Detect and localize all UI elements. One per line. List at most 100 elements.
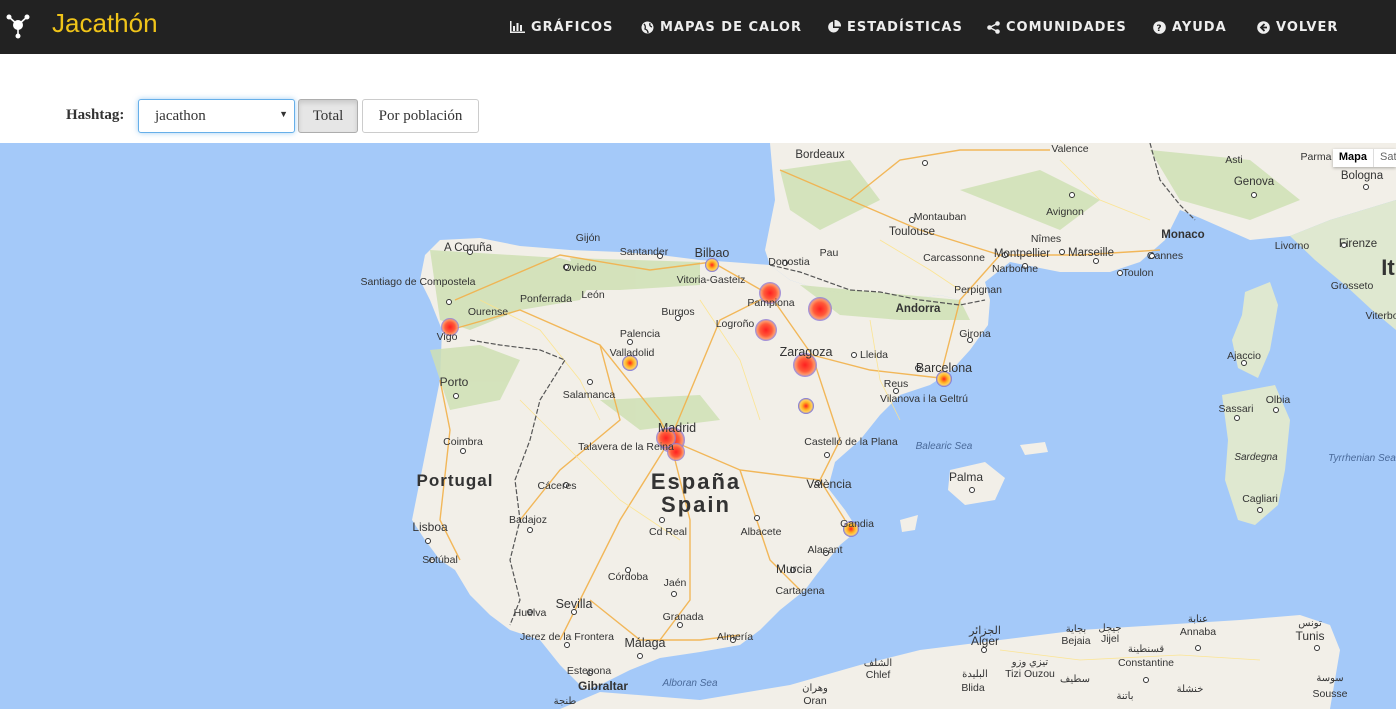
brand-title[interactable]: Jacathón — [52, 8, 158, 39]
label-donostia: Donostia — [768, 256, 810, 268]
label-grosseto: Grosseto — [1331, 280, 1374, 292]
label-ciudad-real: Cd Real — [649, 526, 687, 538]
label-tyrrhenian-sea: Tyrrhenian Sea — [1328, 453, 1396, 464]
label-almeria: Almería — [717, 631, 753, 643]
label-portugal: Portugal — [417, 471, 494, 490]
por-poblacion-button[interactable]: Por población — [362, 99, 479, 133]
label-madrid: Madrid — [658, 421, 696, 435]
label-malaga: Málaga — [625, 636, 666, 650]
label-narbonne: Narbonne — [992, 263, 1038, 275]
nav-ayuda[interactable]: ? AYUDA — [1153, 17, 1227, 37]
label-tizi-ar: تيزي وزو — [1011, 657, 1049, 668]
label-annaba-ar: عنابة — [1188, 614, 1208, 625]
label-valencia: València — [806, 477, 851, 491]
label-estepona: Estepona — [567, 665, 612, 677]
label-alicante: Alacant — [807, 544, 842, 556]
nav-label: ESTADÍSTICAS — [847, 19, 963, 35]
svg-text:?: ? — [1156, 24, 1162, 34]
map-canvas[interactable]: Bordeaux Toulouse Montauban Marseille Mo… — [0, 143, 1396, 709]
label-huelva: Huelva — [514, 607, 547, 619]
label-castellon: Castelló de la Plana — [804, 436, 898, 448]
label-pamplona: Pampiona — [747, 297, 794, 309]
label-oran-ar: وهران — [802, 683, 828, 694]
nav-comunidades[interactable]: COMUNIDADES — [987, 17, 1127, 37]
label-cagliari: Cagliari — [1242, 493, 1278, 505]
label-viterbo: Viterbo — [1365, 310, 1396, 322]
label-gandia: Gandia — [840, 518, 874, 530]
label-blida-ar: البليدة — [962, 669, 988, 680]
label-oviedo: Oviedo — [563, 262, 596, 274]
label-ajaccio: Ajaccio — [1227, 350, 1261, 362]
network-logo-icon[interactable] — [4, 11, 32, 39]
nav-mapas-de-calor[interactable]: MAPAS DE CALOR — [641, 17, 802, 37]
label-sassari: Sassari — [1218, 403, 1253, 415]
label-santander: Santander — [620, 246, 669, 258]
label-palma: Palma — [949, 470, 983, 484]
label-alboran-sea: Alboran Sea — [661, 678, 717, 689]
pie-chart-icon — [828, 20, 841, 33]
map-type-roadmap[interactable]: Mapa — [1332, 149, 1373, 167]
arrow-left-circle-icon — [1257, 20, 1270, 34]
hashtag-select-value: jacathon — [155, 108, 206, 124]
label-porto: Porto — [440, 375, 469, 389]
nav-volver[interactable]: VOLVER — [1257, 17, 1338, 37]
label-albacete: Albacete — [741, 526, 782, 538]
label-jijel: Jijel — [1101, 633, 1119, 645]
label-vilanova: Vilanova i la Geltrú — [880, 393, 968, 405]
label-constantine-ar: قسنطينة — [1128, 644, 1165, 655]
label-espana: España — [651, 469, 741, 494]
label-oran: Oran — [803, 695, 827, 707]
label-coimbra: Coimbra — [443, 436, 483, 448]
label-barcelona: Barcelona — [916, 361, 972, 375]
map-type-control[interactable]: Mapa Satélite — [1332, 149, 1396, 167]
label-valladolid: Valladolid — [610, 347, 655, 359]
label-bologna: Bologna — [1341, 170, 1384, 182]
share-icon — [987, 20, 1000, 34]
label-firenze: Firenze — [1339, 238, 1377, 250]
label-burgos: Burgos — [661, 306, 694, 318]
heatmap-map[interactable]: Bordeaux Toulouse Montauban Marseille Mo… — [0, 143, 1396, 709]
map-type-satellite[interactable]: Satélite — [1373, 149, 1396, 167]
label-sardegna: Sardegna — [1234, 452, 1278, 463]
hashtag-label: Hashtag: — [66, 107, 125, 123]
label-jaen: Jaén — [664, 577, 687, 589]
total-button[interactable]: Total — [298, 99, 358, 133]
label-monaco: Monaco — [1161, 229, 1204, 241]
label-tunis: Tunis — [1296, 629, 1325, 643]
label-livorno: Livorno — [1275, 240, 1310, 252]
label-valence: Valence — [1051, 143, 1088, 155]
nav-label: MAPAS DE CALOR — [660, 19, 802, 35]
label-khenchela-ar: خنشلة — [1177, 684, 1204, 695]
label-bilbao: Bilbao — [695, 246, 730, 260]
land-corsica — [1232, 282, 1278, 378]
label-olbia: Olbia — [1266, 394, 1291, 406]
heat-spot-teruel — [798, 398, 814, 414]
label-chlef-ar: الشلف — [864, 658, 892, 669]
hashtag-select[interactable]: jacathon ▼ — [138, 99, 295, 133]
label-sousse: Sousse — [1312, 688, 1347, 700]
label-avignon: Avignon — [1046, 206, 1084, 218]
label-pau: Pau — [820, 247, 839, 259]
label-andorra: Andorra — [896, 303, 941, 315]
heat-spot-logrono — [755, 319, 777, 341]
label-montauban: Montauban — [914, 211, 967, 223]
label-gibraltar: Gibraltar — [578, 679, 628, 693]
label-salamanca: Salamanca — [563, 389, 616, 401]
label-ponferrada: Ponferrada — [520, 293, 572, 305]
label-asti: Asti — [1225, 154, 1243, 166]
nav-label: COMUNIDADES — [1006, 19, 1127, 35]
label-sousse-ar: سوسة — [1316, 673, 1343, 684]
label-badajoz: Badajoz — [509, 514, 547, 526]
label-setif-ar: سطيف — [1060, 674, 1090, 685]
nav-estadisticas[interactable]: ESTADÍSTICAS — [827, 17, 963, 37]
label-tizi-ouzou: Tizi Ouzou — [1005, 668, 1055, 680]
label-lisboa: Lisboa — [412, 520, 448, 534]
label-toulon: Toulon — [1123, 267, 1154, 279]
label-talavera: Talavera de la Reina — [578, 441, 674, 453]
label-bejaia-ar: بجاية — [1066, 624, 1086, 635]
bar-chart-icon — [510, 21, 525, 33]
nav-graficos[interactable]: GRÁFICOS — [510, 17, 613, 37]
label-tunis-ar: تونس — [1298, 618, 1322, 629]
label-it: It — [1381, 255, 1395, 280]
label-bordeaux: Bordeaux — [795, 149, 844, 161]
